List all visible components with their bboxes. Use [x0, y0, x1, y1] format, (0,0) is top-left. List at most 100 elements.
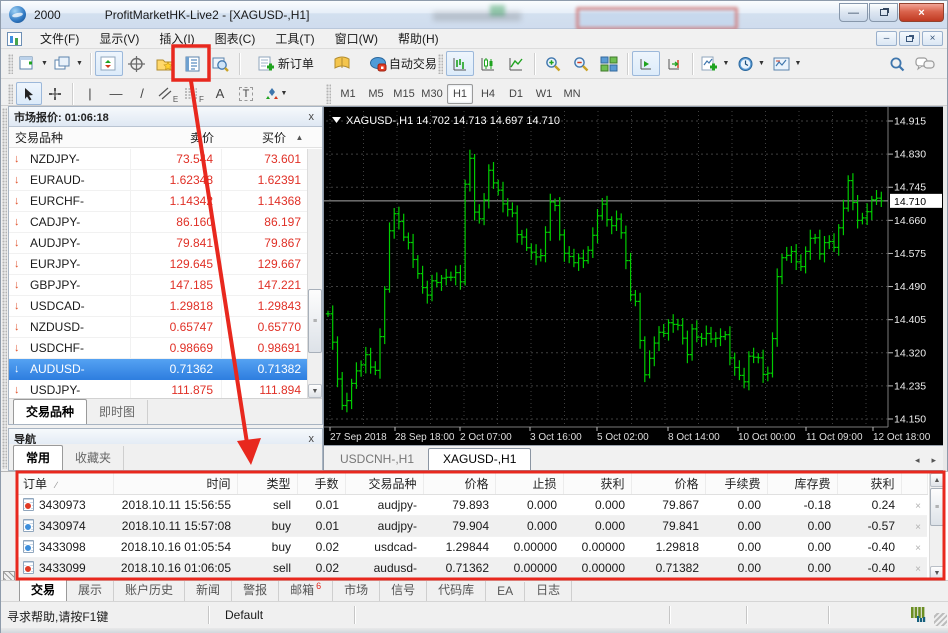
bar-chart-button[interactable] [446, 51, 474, 76]
orders-column-header[interactable]: 交易品种 [345, 473, 424, 495]
dropdown-arrow-icon[interactable]: ▼ [41, 60, 48, 67]
close-order-icon[interactable]: × [915, 501, 921, 512]
toolbar-grip[interactable] [326, 83, 331, 104]
timeframe-mn[interactable]: MN [559, 84, 585, 104]
market-watch-tab[interactable]: 即时图 [87, 400, 149, 424]
dropdown-arrow-icon[interactable]: ▼ [723, 60, 730, 67]
market-watch-row[interactable]: ↓ USDCHF- 0.98669 0.98691 [9, 338, 307, 359]
dropdown-arrow-icon[interactable]: ▼ [76, 60, 83, 67]
scroll-down-icon[interactable]: ▼ [930, 566, 944, 580]
fibonacci-tool-button[interactable]: F [181, 82, 207, 105]
tile-windows-button[interactable] [595, 51, 623, 76]
terminal-tab-代码库[interactable]: 代码库 [427, 579, 487, 601]
metaeditor-button[interactable] [328, 51, 356, 76]
scrollbar-thumb[interactable]: ≡ [308, 289, 322, 353]
timeframe-h4[interactable]: H4 [475, 84, 501, 104]
label-tool-button[interactable]: T [233, 82, 259, 105]
panel-grip[interactable] [2, 108, 7, 469]
terminal-button[interactable] [179, 51, 207, 76]
market-watch-row[interactable]: ↓ NZDUSD- 0.65747 0.65770 [9, 317, 307, 338]
close-order-icon[interactable]: × [915, 564, 921, 575]
tab-scroll-right-icon[interactable]: ▸ [931, 455, 936, 466]
order-row[interactable]: 3433098 2018.10.16 01:05:54 buy 0.02 usdcad-… [17, 536, 927, 558]
menu-item-0[interactable]: 文件(F) [30, 30, 89, 48]
dropdown-arrow-icon[interactable]: ▼ [795, 60, 802, 67]
orders-column-header[interactable]: 获利 [837, 473, 902, 495]
orders-column-header[interactable]: 类型 [237, 473, 298, 495]
market-watch-row[interactable]: ↓ CADJPY- 86.160 86.197 [9, 212, 307, 233]
navigator-tab[interactable]: 收藏夹 [63, 446, 125, 470]
close-icon[interactable]: x [306, 433, 318, 445]
market-watch-row[interactable]: ↓ USDJPY- 111.875 111.894 [9, 380, 307, 398]
minimize-button[interactable]: — [839, 3, 868, 22]
child-close-button[interactable]: × [922, 31, 943, 46]
strategy-tester-button[interactable] [207, 51, 235, 76]
orders-column-header[interactable]: 价格 [631, 473, 706, 495]
data-window-button[interactable] [123, 51, 151, 76]
channel-tool-button[interactable]: E [155, 82, 181, 105]
child-minimize-button[interactable]: – [876, 31, 897, 46]
search-button[interactable] [883, 51, 911, 76]
timeframe-m30[interactable]: M30 [419, 84, 445, 104]
market-watch-row[interactable]: ↓ EURAUD- 1.62348 1.62391 [9, 170, 307, 191]
child-restore-button[interactable] [899, 31, 920, 46]
terminal-tab-日志[interactable]: 日志 [525, 579, 573, 601]
order-row[interactable]: 3430973 2018.10.11 15:56:55 sell 0.01 audjpy… [17, 494, 927, 516]
scroll-down-icon[interactable]: ▼ [308, 384, 322, 398]
market-watch-row[interactable]: ↓ EURCHF- 1.14342 1.14368 [9, 191, 307, 212]
market-watch-scrollbar[interactable]: ≡ ▼ [307, 149, 322, 398]
chart-document-icon[interactable] [7, 31, 22, 46]
chat-button[interactable] [911, 51, 939, 76]
orders-column-header[interactable]: 价格 [423, 473, 496, 495]
menu-item-1[interactable]: 显示(V) [89, 30, 149, 48]
new-order-button[interactable]: 新订单 [244, 51, 328, 76]
restore-button[interactable] [869, 3, 898, 22]
market-watch-row[interactable]: ↓ EURJPY- 129.645 129.667 [9, 254, 307, 275]
menu-item-4[interactable]: 工具(T) [265, 30, 324, 48]
zoom-in-button[interactable] [539, 51, 567, 76]
timeframe-w1[interactable]: W1 [531, 84, 557, 104]
column-bid[interactable]: 卖价 [137, 129, 222, 146]
terminal-tab-新闻[interactable]: 新闻 [185, 579, 233, 601]
orders-column-header[interactable]: 订单 ∕ [17, 473, 114, 495]
timeframe-h1[interactable]: H1 [447, 83, 473, 104]
column-symbol[interactable]: 交易品种 [9, 129, 137, 146]
templates-button[interactable]: ▼ [769, 51, 805, 76]
orders-column-header[interactable]: 获利 [563, 473, 632, 495]
chart-shift-button[interactable] [660, 51, 688, 76]
scrollbar-thumb[interactable]: ≡ [930, 488, 944, 526]
navigator-tab[interactable]: 常用 [13, 445, 64, 470]
orders-column-header[interactable]: 手数 [297, 473, 346, 495]
scroll-up-icon[interactable]: ▲ [292, 133, 307, 142]
terminal-tab-市场[interactable]: 市场 [333, 579, 381, 601]
vertical-line-tool-button[interactable]: | [77, 82, 103, 105]
zoom-out-button[interactable] [567, 51, 595, 76]
close-order-icon[interactable]: × [915, 543, 921, 554]
dropdown-arrow-icon[interactable]: ▼ [281, 90, 288, 97]
terminal-grip[interactable] [1, 472, 17, 597]
menu-item-3[interactable]: 图表(C) [205, 30, 266, 48]
close-order-icon[interactable]: × [915, 522, 921, 533]
terminal-tab-展示[interactable]: 展示 [67, 579, 115, 601]
close-icon[interactable]: x [306, 111, 318, 123]
orders-column-header[interactable]: 库存费 [767, 473, 838, 495]
chart-tab[interactable]: XAGUSD-,H1 [428, 448, 532, 470]
profiles-button[interactable]: ▼ [51, 51, 86, 76]
market-watch-row[interactable]: ↓ USDCAD- 1.29818 1.29843 [9, 296, 307, 317]
navigator-button[interactable] [151, 51, 179, 76]
market-watch-row[interactable]: ↓ AUDUSD- 0.71362 0.71382 [9, 359, 307, 380]
chart-area[interactable]: 14.915 14.830 14.745 14.660 14.575 14.490 14.4… [324, 107, 944, 445]
orders-column-header[interactable]: 时间 [113, 473, 238, 495]
timeframe-m1[interactable]: M1 [335, 84, 361, 104]
periods-button[interactable]: ▼ [733, 51, 769, 76]
indicators-button[interactable]: ▼ [697, 51, 733, 76]
candlestick-button[interactable] [474, 51, 502, 76]
toolbar-grip[interactable] [8, 53, 13, 74]
cursor-tool-button[interactable] [16, 82, 42, 105]
terminal-tab-信号[interactable]: 信号 [380, 579, 428, 601]
tab-scroll-left-icon[interactable]: ◂ [915, 455, 920, 466]
timeframe-d1[interactable]: D1 [503, 84, 529, 104]
terminal-tab-账户历史[interactable]: 账户历史 [114, 579, 186, 601]
text-tool-button[interactable]: A [207, 82, 233, 105]
chart-tab[interactable]: USDCNH-,H1 [326, 449, 428, 470]
